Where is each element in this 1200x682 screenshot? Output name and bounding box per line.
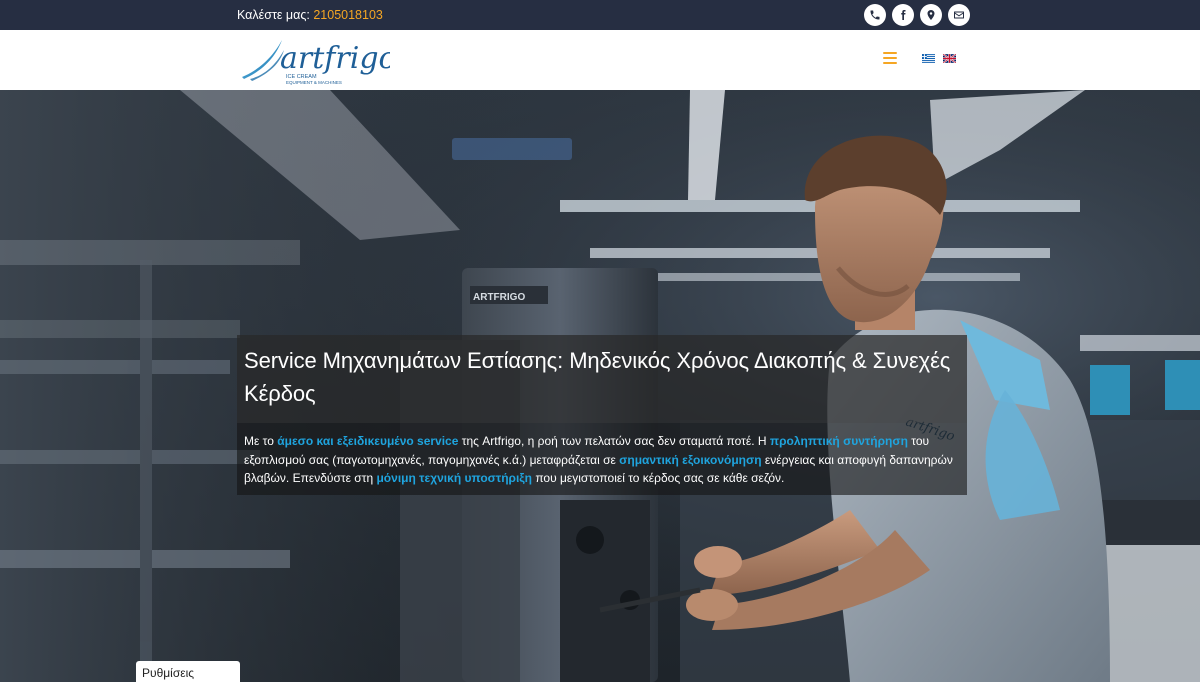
call-label: Καλέστε μας: — [237, 8, 310, 22]
machine-brand-label: ARTFRIGO — [473, 292, 525, 303]
logo-wordmark: artfrigo — [280, 41, 390, 76]
greek-flag-icon[interactable] — [922, 54, 935, 63]
desc-text: της Artfrigo, η ροή των πελατών σας δεν … — [458, 434, 770, 448]
site-header: artfrigo ICE CREAM EQUIPMENT & MACHINES — [0, 30, 1200, 90]
phone-number-link[interactable]: 2105018103 — [313, 8, 383, 22]
desc-highlight: άμεσο και εξειδικευμένο service — [277, 434, 459, 448]
hero-title-box: Service Μηχανημάτων Εστίασης: Μηδενικός … — [237, 335, 967, 423]
hamburger-menu-icon[interactable] — [883, 52, 897, 64]
facebook-icon[interactable] — [892, 4, 914, 26]
logo-tagline-sub: EQUIPMENT & MACHINES — [286, 80, 342, 85]
desc-highlight: προληπτική συντήρηση — [769, 434, 908, 448]
mail-icon[interactable] — [948, 4, 970, 26]
hero-title: Service Μηχανημάτων Εστίασης: Μηδενικός … — [244, 348, 951, 406]
phone-icon[interactable] — [864, 4, 886, 26]
hero-description: Με το άμεσο και εξειδικευμένο service τη… — [237, 423, 967, 488]
artfrigo-logo[interactable]: artfrigo ICE CREAM EQUIPMENT & MACHINES — [240, 32, 390, 88]
call-us: Καλέστε μας: 2105018103 — [237, 8, 383, 22]
hero-section: ARTFRIGO artfrigo Service Μηχανημάτων Εσ… — [0, 90, 1200, 682]
desc-text: που μεγιστοποιεί το κέρδος σας σε κάθε σ… — [531, 471, 785, 485]
cookie-settings-button[interactable]: Ρυθμίσεις Cookies — [136, 661, 240, 682]
map-pin-icon[interactable] — [920, 4, 942, 26]
desc-highlight: μόνιμη τεχνική υποστήριξη — [376, 471, 532, 485]
social-links — [864, 4, 970, 26]
top-bar: Καλέστε μας: 2105018103 — [0, 0, 1200, 30]
hero-description-box: Με το άμεσο και εξειδικευμένο service τη… — [237, 423, 967, 495]
uk-flag-icon[interactable] — [943, 54, 956, 63]
desc-text: Με το — [244, 434, 278, 448]
desc-highlight: σημαντική εξοικονόμηση — [619, 452, 762, 467]
